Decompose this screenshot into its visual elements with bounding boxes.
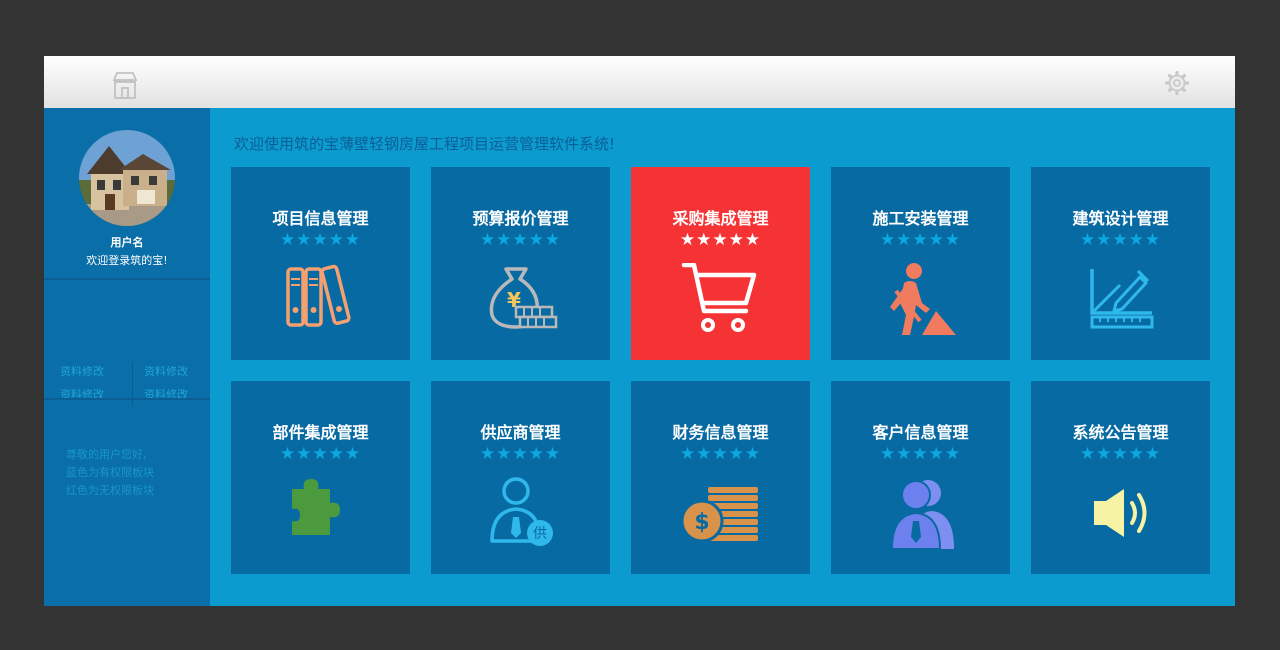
sidebar: 用户名 欢迎登录筑的宝! 资料修改 资料修改 资料修改 资料修改 尊敬的用户您好…: [44, 108, 210, 606]
coins-icon: $: [680, 477, 760, 549]
tile-supplier[interactable]: 供应商管理 ★★★★★ 供: [431, 381, 610, 574]
tile-title: 采购集成管理: [672, 209, 769, 228]
svg-text:供: 供: [533, 526, 547, 542]
tile-construction[interactable]: 施工安装管理 ★★★★★: [831, 167, 1010, 360]
user-welcome-text: 欢迎登录筑的宝!: [86, 254, 168, 267]
tile-customer-info[interactable]: 客户信息管理 ★★★★★: [831, 381, 1010, 574]
tile-title: 预算报价管理: [472, 209, 569, 228]
star-rating: ★★★★★: [679, 230, 762, 250]
star-rating: ★★★★★: [879, 230, 962, 250]
tile-title: 部件集成管理: [272, 423, 369, 442]
avatar[interactable]: [79, 130, 175, 226]
star-rating: ★★★★★: [879, 444, 962, 464]
money-bag-icon: ¥: [480, 263, 560, 335]
welcome-banner-text: 欢迎使用筑的宝薄壁轻钢房屋工程项目运营管理软件系统!: [234, 135, 616, 153]
construction-worker-icon: [880, 263, 960, 335]
top-bar: [44, 56, 1235, 108]
tile-title: 客户信息管理: [872, 423, 969, 442]
tile-component-integration[interactable]: 部件集成管理 ★★★★★: [231, 381, 410, 574]
tile-finance[interactable]: 财务信息管理 ★★★★★ $: [631, 381, 810, 574]
supplier-user-icon: 供: [480, 477, 560, 549]
puzzle-piece-icon: [280, 477, 360, 549]
binders-icon: [280, 263, 360, 335]
star-rating: ★★★★★: [1079, 230, 1162, 250]
star-rating: ★★★★★: [479, 444, 562, 464]
star-rating: ★★★★★: [1079, 444, 1162, 464]
star-rating: ★★★★★: [679, 444, 762, 464]
tile-architecture-design[interactable]: 建筑设计管理 ★★★★★: [1031, 167, 1210, 360]
tile-procurement[interactable]: 采购集成管理 ★★★★★: [631, 167, 810, 360]
tile-budget-quote[interactable]: 预算报价管理 ★★★★★ ¥: [431, 167, 610, 360]
speaker-icon: [1080, 477, 1160, 549]
tile-title: 财务信息管理: [672, 423, 769, 442]
tile-title: 供应商管理: [480, 423, 561, 442]
tile-title: 建筑设计管理: [1072, 209, 1169, 228]
tile-title: 施工安装管理: [872, 209, 969, 228]
tile-project-info[interactable]: 项目信息管理 ★★★★★: [231, 167, 410, 360]
tile-title: 系统公告管理: [1072, 423, 1169, 442]
gear-icon[interactable]: [1164, 70, 1190, 96]
sidebar-divider: [44, 278, 210, 280]
drafting-tools-icon: [1080, 263, 1160, 335]
star-rating: ★★★★★: [279, 444, 362, 464]
tile-title: 项目信息管理: [272, 209, 369, 228]
svg-text:$: $: [694, 510, 709, 535]
notice-line: 蓝色为有权限板块: [66, 466, 154, 479]
users-icon: [880, 477, 960, 549]
shopping-cart-icon: [680, 263, 760, 335]
profile-edit-link[interactable]: 资料修改: [144, 363, 188, 379]
star-rating: ★★★★★: [279, 230, 362, 250]
notice-line: 红色为无权限板块: [66, 484, 154, 497]
notice-line: 尊敬的用户您好,: [66, 448, 147, 461]
store-icon[interactable]: [110, 70, 140, 100]
app-window: 用户名 欢迎登录筑的宝! 资料修改 资料修改 资料修改 资料修改 尊敬的用户您好…: [44, 56, 1235, 606]
profile-edit-link[interactable]: 资料修改: [60, 363, 104, 379]
sidebar-divider: [44, 398, 210, 400]
tile-system-announcements[interactable]: 系统公告管理 ★★★★★: [1031, 381, 1210, 574]
user-name: 用户名: [110, 236, 144, 249]
star-rating: ★★★★★: [479, 230, 562, 250]
